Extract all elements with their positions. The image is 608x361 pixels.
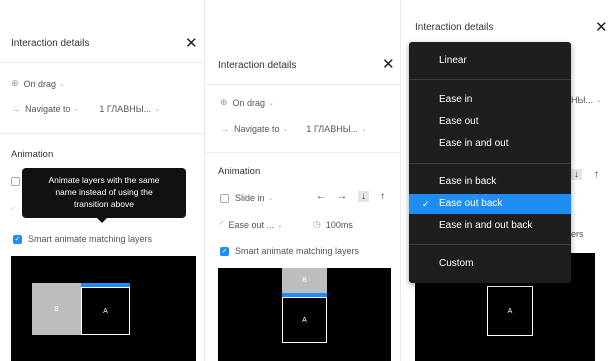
smart-animate-label: Smart animate matching layers	[28, 234, 153, 244]
panel-title: Interaction details	[415, 22, 494, 33]
transition-checkbox[interactable]	[11, 177, 20, 186]
easing-label: Ease out ...	[228, 219, 275, 230]
chevron-down-icon: ⌄	[59, 80, 65, 88]
menu-item-ease-in-and-out[interactable]: Ease in and out	[409, 134, 571, 154]
duration-value: 100ms	[325, 219, 353, 230]
duration-field[interactable]: ◷ 100ms	[313, 219, 353, 230]
menu-item-custom[interactable]: Custom	[409, 254, 571, 274]
arrow-right-icon: →	[11, 104, 20, 114]
menu-separator	[409, 79, 571, 80]
easing-select[interactable]: ◜ Ease out ... ⌄	[220, 219, 283, 230]
chevron-down-icon: ⌄	[361, 126, 368, 133]
frame-a: A	[282, 297, 327, 343]
chevron-down-icon: ⌄	[73, 106, 80, 113]
menu-item-ease-out-back[interactable]: ✓ Ease out back	[409, 194, 571, 214]
frame-a: A	[487, 286, 533, 336]
arrow-down-icon[interactable]: ↓	[358, 191, 369, 202]
direction-buttons: ← → ↓ ↑	[316, 191, 385, 202]
drag-icon: ⊕	[220, 97, 228, 107]
tooltip-arrow	[97, 218, 107, 223]
chevron-down-icon: ⌄	[277, 221, 283, 229]
interaction-panel-2: Interaction details ✕ ⊕ On drag ⌄ → Navi…	[204, 0, 400, 361]
smart-animate-row[interactable]: ✓ Smart animate matching layers	[220, 246, 359, 256]
close-icon[interactable]: ✕	[595, 20, 608, 35]
close-icon[interactable]: ✕	[382, 57, 395, 72]
easing-curve-icon: ◜	[11, 205, 15, 215]
arrow-up-icon[interactable]: ↑	[594, 169, 599, 180]
divider	[205, 152, 400, 153]
chevron-down-icon: ⌄	[267, 195, 274, 202]
menu-item-ease-in-and-out-back[interactable]: Ease in and out back	[409, 216, 571, 236]
check-icon[interactable]: ✓	[220, 246, 229, 256]
frame-b: B	[32, 283, 81, 335]
trigger-label: On drag	[23, 78, 57, 89]
transition-select[interactable]: Slide in ⌄	[220, 193, 273, 203]
menu-item-linear[interactable]: Linear	[409, 51, 571, 71]
animation-preview: B A	[11, 256, 196, 361]
arrow-right-icon: →	[220, 124, 229, 134]
animation-preview: B A	[218, 268, 391, 361]
smart-animate-row[interactable]: ✓ Smart animate matching layers	[13, 234, 152, 244]
menu-separator	[409, 163, 571, 164]
action-row: → Navigate to ⌄ 1 ГЛАВНЫ... ⌄	[220, 124, 367, 134]
menu-item-label: Ease out back	[439, 198, 503, 209]
clock-icon: ◷	[313, 219, 321, 229]
arrow-up-icon[interactable]: ↑	[380, 191, 385, 202]
tooltip-line: Animate layers with the same	[48, 175, 160, 185]
tooltip-line: name instead of using the	[55, 187, 153, 197]
drag-icon: ⊕	[11, 78, 19, 88]
smart-animate-tooltip: Animate layers with the same name instea…	[22, 168, 186, 218]
destination-select[interactable]: НЫ... ⌄	[571, 95, 602, 105]
frame-b: B	[282, 268, 327, 293]
menu-separator	[409, 244, 571, 245]
animation-section-label: Animation	[218, 166, 261, 177]
action-select[interactable]: Navigate to	[25, 104, 71, 114]
check-icon: ✓	[422, 199, 430, 209]
arrow-left-icon[interactable]: ←	[316, 191, 326, 202]
smart-animate-label: Smart animate matching layers	[235, 246, 360, 256]
destination-select[interactable]: 1 ГЛАВНЫ...	[99, 104, 151, 114]
easing-dropdown-menu: Linear Ease in Ease out Ease in and out …	[409, 42, 571, 283]
panel-title: Interaction details	[218, 60, 297, 71]
destination-select[interactable]: 1 ГЛАВНЫ...	[306, 124, 358, 134]
interaction-panel-3: Interaction details ✕ НЫ... ⌄ ↓ ↑ ers A …	[400, 0, 608, 361]
chevron-down-icon: ⌄	[154, 106, 161, 113]
action-select[interactable]: Navigate to	[234, 124, 280, 134]
menu-item-ease-in[interactable]: Ease in	[409, 90, 571, 110]
animation-section-label: Animation	[11, 149, 54, 160]
trigger-select[interactable]: ⊕ On drag ⌄	[11, 78, 65, 89]
tooltip-line: transition above	[73, 199, 134, 209]
direction-buttons-partial: ↓ ↑	[571, 169, 599, 180]
close-icon[interactable]: ✕	[185, 36, 198, 51]
action-row: → Navigate to ⌄ 1 ГЛАВНЫ... ⌄	[11, 104, 197, 114]
divider	[0, 62, 204, 63]
check-icon[interactable]: ✓	[13, 234, 22, 244]
transition-label: Slide in	[235, 193, 265, 203]
transition-checkbox[interactable]	[220, 193, 229, 203]
divider	[205, 84, 400, 85]
frame-a: A	[81, 287, 130, 335]
destination-label: НЫ...	[571, 95, 593, 105]
interaction-panel-1: Interaction details ✕ ⊕ On drag ⌄ → Navi…	[0, 0, 204, 361]
divider	[0, 133, 204, 134]
chevron-down-icon: ⌄	[595, 97, 602, 104]
chevron-down-icon: ⌄	[268, 99, 274, 107]
menu-item-ease-in-back[interactable]: Ease in back	[409, 172, 571, 192]
smart-animate-partial: ers	[571, 229, 584, 239]
panel-title: Interaction details	[11, 38, 90, 49]
trigger-label: On drag	[232, 97, 266, 108]
menu-item-ease-out[interactable]: Ease out	[409, 112, 571, 132]
arrow-right-icon[interactable]: →	[337, 191, 347, 202]
easing-curve-icon: ◜	[220, 219, 224, 229]
chevron-down-icon: ⌄	[282, 126, 289, 133]
trigger-select[interactable]: ⊕ On drag ⌄	[220, 97, 274, 108]
arrow-down-icon[interactable]: ↓	[571, 169, 582, 180]
